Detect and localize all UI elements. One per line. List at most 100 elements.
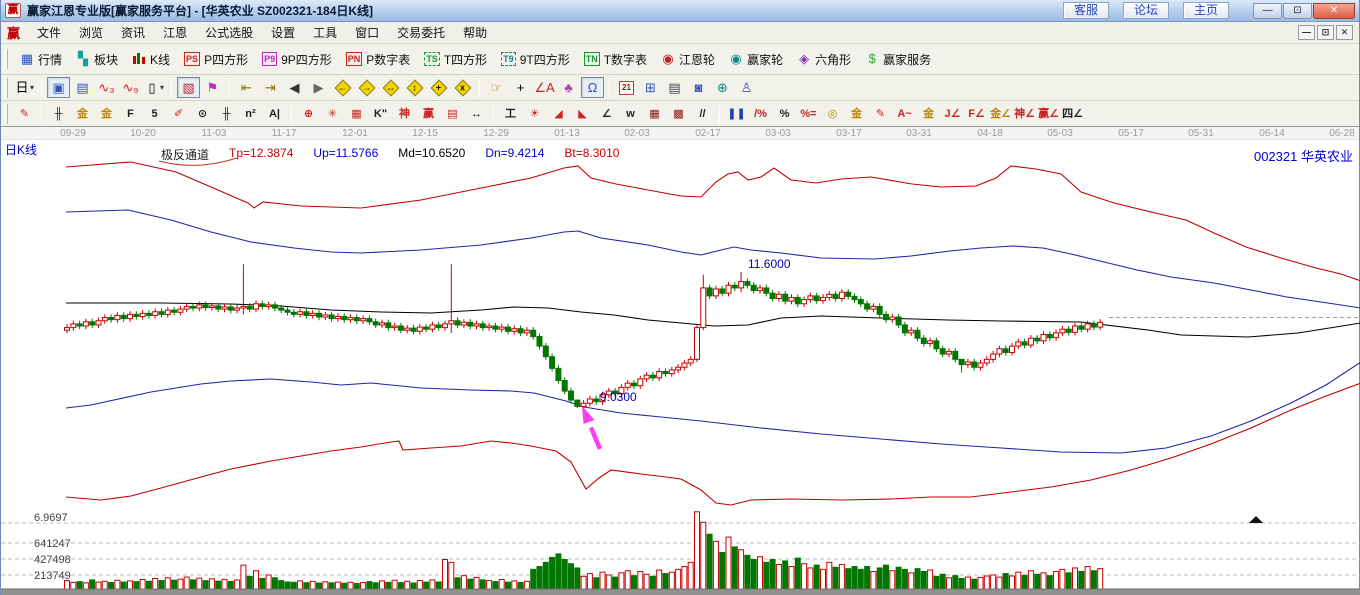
tool-gold-lines-button[interactable]: 金 [845,103,868,124]
menu-item-window[interactable]: 窗口 [346,22,388,43]
close-button[interactable]: ✕ [1313,3,1355,19]
tool-smart-analysis-button[interactable]: Ω [581,77,604,98]
child-minimize-button[interactable]: — [1298,25,1315,40]
tool-kline-button[interactable]: K线 [125,49,177,70]
tool-percent-button[interactable]: % [773,103,796,124]
tool-angle-gold-button[interactable]: 金∠ [989,103,1012,124]
tool-shen-tool-button[interactable]: 神 [393,103,416,124]
tool-prev-bar-button[interactable]: ◀ [283,77,306,98]
menu-item-formula-stock-pick[interactable]: 公式选股 [196,22,262,43]
tool-reset-view-button[interactable]: x [451,77,474,98]
tool-calendar-21-button[interactable]: 21 [615,77,638,98]
tool-quotes-button[interactable]: ▦行情 [13,49,69,70]
menu-item-settings[interactable]: 设置 [262,22,304,43]
tool-pan-hand-button[interactable]: ☞ [485,77,508,98]
tool-parallel-lines-button[interactable]: // [691,103,714,124]
tool-k-quote-button[interactable]: K" [369,103,392,124]
toolbar-grip[interactable] [5,49,8,69]
tool-zigzag-button[interactable]: w [619,103,642,124]
menu-item-news[interactable]: 资讯 [112,22,154,43]
tool-notes-button[interactable]: ▤ [663,77,686,98]
tool-percent-slant-button[interactable]: /% [749,103,772,124]
tool-ying-tool-button[interactable]: 赢 [417,103,440,124]
tool-fibo-grid-button[interactable]: F [119,103,142,124]
toolbar-grip[interactable] [5,104,8,124]
homepage-button[interactable]: 主页 [1183,2,1229,19]
tool-gann-wheel-button[interactable]: ◉江恩轮 [654,49,722,70]
tool-angle-j-button[interactable]: J∠ [941,103,964,124]
tool-9p-square-button[interactable]: P99P四方形 [255,49,339,70]
tool-fit-width-button[interactable]: ↔ [379,77,402,98]
tool-gann-comb-button[interactable]: ╫ [47,103,70,124]
tool-gold-red-lines-button[interactable]: 金 [917,103,940,124]
tool-wave-a-button[interactable]: A~ [893,103,916,124]
child-restore-button[interactable]: ⊡ [1317,25,1334,40]
tool-candle-style-button[interactable]: ▯▾ [143,77,166,98]
tool-pen-ruler-button[interactable]: ✐ [167,103,190,124]
tool-circle-cross-button[interactable]: ⊕ [297,103,320,124]
tool-n-square-button[interactable]: n² [239,103,262,124]
tool-angle-shen-button[interactable]: 神∠ [1013,103,1036,124]
tool-plum-blossom-button[interactable]: ♣ [557,77,580,98]
toolbar-grip[interactable] [5,78,8,98]
child-close-button[interactable]: ✕ [1336,25,1353,40]
tool-save-button[interactable]: ◙ [687,77,710,98]
tool-last-page-button[interactable]: ⇥ [259,77,282,98]
tool-pen-angle-button[interactable]: ∠ [595,103,618,124]
tool-compare-flag-button[interactable]: ⚑ [201,77,224,98]
tool-remote-user-button[interactable]: ♙ [735,77,758,98]
tool-info-view-button[interactable]: ▤ [71,77,94,98]
tool-shrink-x-button[interactable]: ← [331,77,354,98]
tool-fan-grid-2-button[interactable]: ◣ [571,103,594,124]
tool-flag-pen-button[interactable]: ✎ [869,103,892,124]
tool-grid-red-button[interactable]: ▦ [643,103,666,124]
tool-ray-fan-button[interactable]: ☀ [523,103,546,124]
menu-item-file[interactable]: 文件 [28,22,70,43]
tool-p-square-button[interactable]: PSP四方形 [177,49,255,70]
customer-service-button[interactable]: 客服 [1063,2,1109,19]
tool-gann-drawing-panel-button[interactable]: ▧ [177,77,200,98]
tool-angle-f-button[interactable]: F∠ [965,103,988,124]
tool-multi-window-button[interactable]: ▣ [47,77,70,98]
tool-fit-height-button[interactable]: ↕ [403,77,426,98]
tool-grid-dark-button[interactable]: ▩ [667,103,690,124]
menu-item-browse[interactable]: 浏览 [70,22,112,43]
tool-zoom-all-button[interactable]: + [427,77,450,98]
tool-fan-grid-button[interactable]: ▦ [345,103,368,124]
tool-star-circle-button[interactable]: ✳ [321,103,344,124]
tool-a-line-button[interactable]: A| [263,103,286,124]
tool-winner-service-button[interactable]: $赢家服务 [858,49,938,70]
menu-item-gann[interactable]: 江恩 [154,22,196,43]
tool-p-number-table-button[interactable]: PNP数字表 [339,49,418,70]
menu-item-trade-entrust[interactable]: 交易委托 [388,22,454,43]
tool-fan-left-button[interactable]: ◢ [547,103,570,124]
tool-gold-grid-1-button[interactable]: 金 [71,103,94,124]
tool-beam-tool-button[interactable]: 工 [499,103,522,124]
tool-network-button[interactable]: ⊕ [711,77,734,98]
restore-button[interactable]: ⊡ [1283,3,1312,19]
tool-angle-four-button[interactable]: 四∠ [1061,103,1084,124]
tool-width-measure-button[interactable]: ↔ [465,103,488,124]
tool-grid-123-button[interactable]: ▤ [441,103,464,124]
tool-next-bar-button[interactable]: ▶ [307,77,330,98]
tool-winner-wheel-button[interactable]: ◉赢家轮 [722,49,790,70]
tool-9t-square-button[interactable]: T99T四方形 [494,49,577,70]
tool-t-square-button[interactable]: TST四方形 [417,49,494,70]
tool-blue-bars-button[interactable]: ❚❚ [725,103,748,124]
tool-hexagon-button[interactable]: ◈六角形 [790,49,858,70]
kline-chart[interactable]: 6.969764124742749821374911.60009.0300 [1,140,1360,595]
tool-expand-x-button[interactable]: → [355,77,378,98]
forum-button[interactable]: 论坛 [1123,2,1169,19]
tool-draw-pen-button[interactable]: ✎ [13,103,36,124]
tool-sectors-button[interactable]: ▚板块 [69,49,125,70]
tool-gold-circle-button[interactable]: ◎ [821,103,844,124]
tool-percent-lines-button[interactable]: %= [797,103,820,124]
tool-period-daily-button[interactable]: 日▾ [13,77,36,98]
tool-crosshair-button[interactable]: + [509,77,532,98]
menu-item-tools[interactable]: 工具 [304,22,346,43]
tool-comb-2-button[interactable]: ╫ [215,103,238,124]
tool-t-number-table-button[interactable]: TNT数字表 [577,49,654,70]
tool-wave-3-button[interactable]: ∿₃ [95,77,118,98]
chart-canvas[interactable]: 6.969764124742749821374911.60009.0300 日K… [1,140,1359,595]
menu-item-help[interactable]: 帮助 [454,22,496,43]
